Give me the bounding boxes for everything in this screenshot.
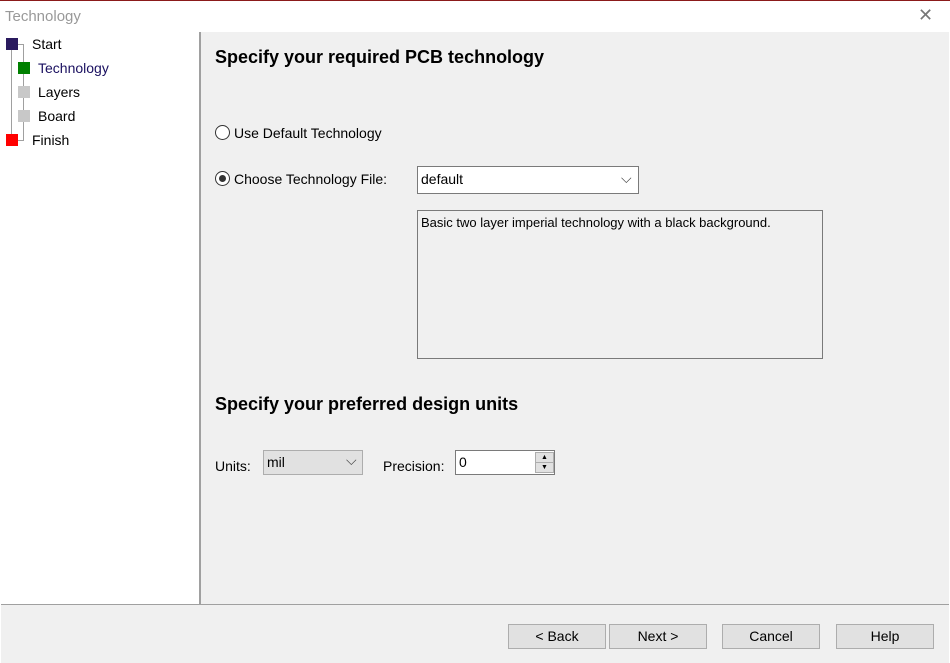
tree-line [17, 44, 24, 45]
tree-line [11, 44, 12, 140]
units-heading: Specify your preferred design units [215, 394, 519, 414]
close-icon[interactable]: ✕ [918, 5, 933, 26]
chevron-down-icon: ⌵ [621, 170, 632, 186]
step-label: Technology [38, 60, 109, 76]
precision-label: Precision: [383, 458, 445, 474]
chevron-down-icon: ⌵ [346, 452, 357, 468]
next-button[interactable]: Next > [609, 624, 707, 649]
main-panel: Specify your required PCB technology Use… [201, 32, 949, 604]
step-marker-icon [6, 134, 18, 146]
window-title: Technology [5, 8, 81, 25]
technology-description: Basic two layer imperial technology with… [417, 210, 823, 359]
step-label: Layers [38, 84, 81, 100]
title-bar-accent [0, 0, 950, 1]
select-value: mil [267, 454, 285, 470]
step-label: Start [32, 36, 62, 52]
precision-spinner[interactable]: 0 ▲ ▼ [455, 450, 555, 475]
step-marker-icon [18, 86, 30, 98]
wizard-steps-sidebar: Start Technology Layers Board Finish [1, 32, 201, 604]
step-marker-icon [6, 38, 18, 50]
tree-line [17, 140, 24, 141]
step-label: Finish [32, 132, 70, 148]
radio-button[interactable] [215, 171, 230, 186]
radio-label: Choose Technology File: [234, 171, 388, 187]
decrement-arrow-icon[interactable]: ▼ [535, 462, 554, 473]
cancel-button[interactable]: Cancel [722, 624, 820, 649]
radio-label: Use Default Technology [234, 125, 382, 141]
footer-bar: < Back Next > Cancel Help [1, 604, 949, 663]
technology-file-select[interactable]: default ⌵ [417, 166, 639, 194]
units-select[interactable]: mil ⌵ [263, 450, 363, 475]
precision-value: 0 [459, 454, 467, 470]
step-marker-icon [18, 110, 30, 122]
units-label: Units: [215, 458, 251, 474]
step-label: Board [38, 108, 76, 124]
step-marker-icon [18, 62, 30, 74]
back-button[interactable]: < Back [508, 624, 606, 649]
select-value: default [421, 171, 464, 187]
help-button[interactable]: Help [836, 624, 934, 649]
technology-heading: Specify your required PCB technology [215, 47, 545, 67]
radio-button[interactable] [215, 125, 230, 140]
